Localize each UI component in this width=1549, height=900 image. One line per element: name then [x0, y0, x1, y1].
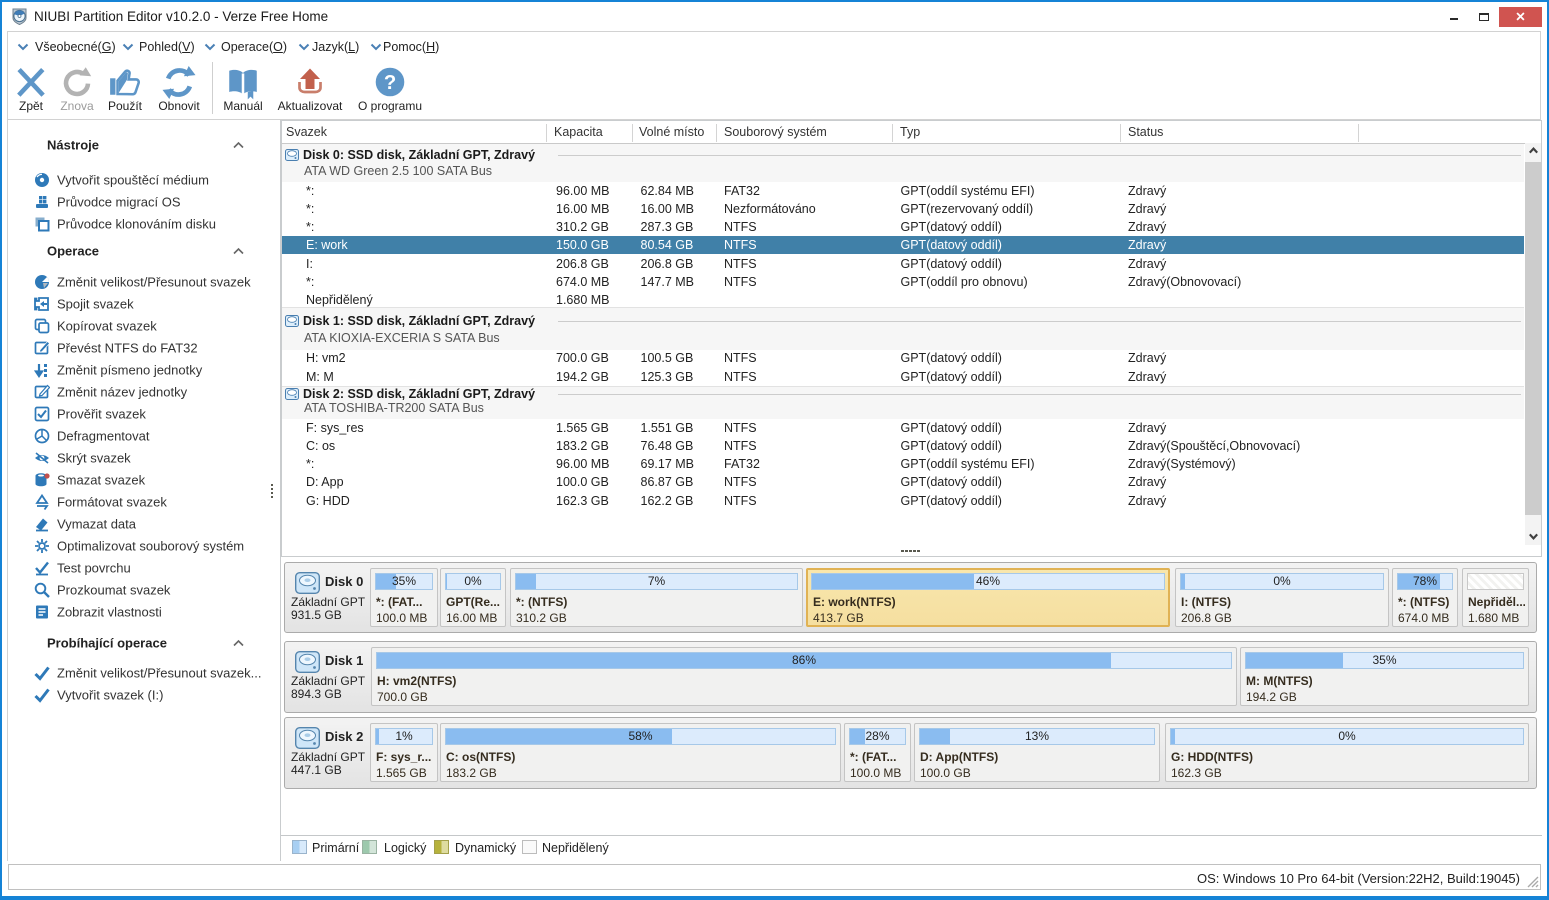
svg-text:?: ?	[384, 72, 396, 94]
